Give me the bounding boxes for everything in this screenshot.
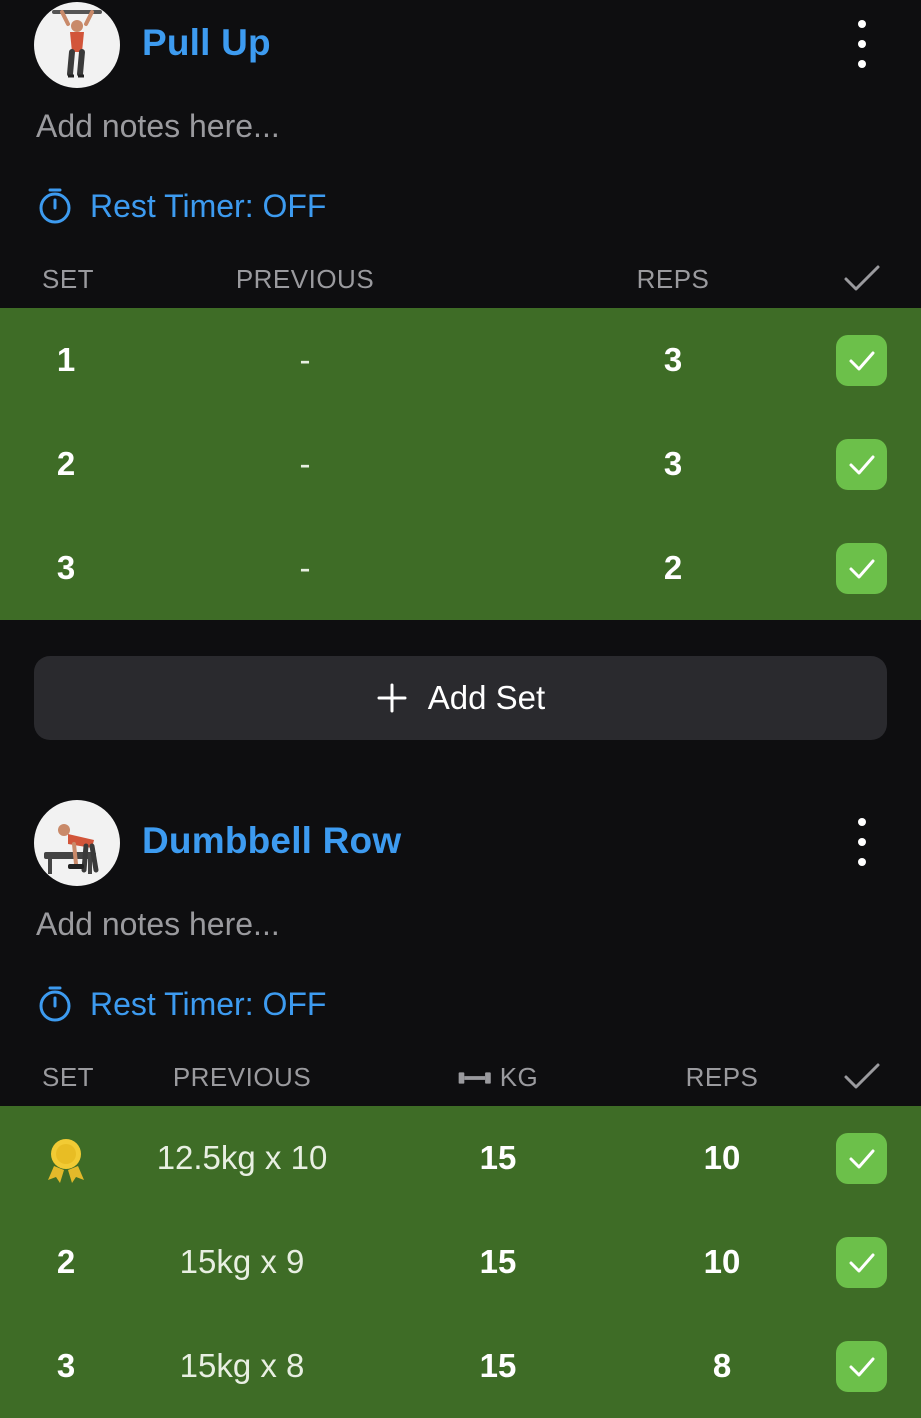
column-header-set: SET (42, 264, 95, 294)
complete-set-checkbox[interactable] (836, 1133, 887, 1184)
column-header-set: SET (42, 1062, 95, 1092)
checkmark-header-icon (844, 265, 880, 291)
kg-input[interactable]: 15 (480, 1314, 517, 1418)
check-icon (849, 1149, 874, 1168)
exercise-title[interactable]: Pull Up (142, 22, 271, 64)
previous-value: 15kg x 9 (179, 1243, 305, 1280)
reps-input[interactable]: 10 (704, 1210, 741, 1314)
sets-table: 12.5kg x 10 15 10 2 15kg x 9 15 10 3 15k… (0, 1106, 921, 1418)
notes-input[interactable]: Add notes here... (36, 906, 280, 943)
set-row: 3 15kg x 8 15 8 (0, 1314, 921, 1418)
rest-timer-button[interactable]: Rest Timer: OFF (36, 186, 326, 226)
complete-set-checkbox[interactable] (836, 543, 887, 594)
check-icon (849, 1253, 874, 1272)
check-icon (849, 351, 874, 370)
more-options-icon[interactable] (846, 20, 878, 68)
kg-label: KG (499, 1062, 539, 1092)
medal-icon[interactable] (44, 1136, 88, 1184)
add-set-label: Add Set (427, 679, 546, 716)
kg-input[interactable]: 15 (480, 1210, 517, 1314)
exercise-header: Pull Up (0, 0, 921, 90)
reps-input[interactable]: 3 (664, 412, 682, 516)
exercise-image[interactable] (34, 2, 120, 88)
previous-value: - (299, 341, 311, 378)
set-number[interactable]: 2 (57, 1210, 75, 1314)
sets-table: 1 - 3 2 - 3 3 - 2 (0, 308, 921, 620)
dumbbell-icon (458, 1071, 491, 1084)
complete-set-checkbox[interactable] (836, 1341, 887, 1392)
pull-up-figure-icon (52, 10, 102, 78)
rest-timer-button[interactable]: Rest Timer: OFF (36, 984, 326, 1024)
column-header-reps: REPS (685, 1062, 759, 1092)
plus-icon (377, 683, 407, 713)
column-header-previous: PREVIOUS (235, 264, 375, 294)
set-row: 12.5kg x 10 15 10 (0, 1106, 921, 1210)
add-set-button[interactable]: Add Set (34, 656, 887, 740)
set-number[interactable]: 3 (57, 1314, 75, 1418)
checkmark-header-icon (844, 1063, 880, 1089)
set-row: 3 - 2 (0, 516, 921, 620)
reps-input[interactable]: 10 (704, 1106, 741, 1210)
exercise-header: Dumbbell Row (0, 798, 921, 888)
check-icon (849, 559, 874, 578)
exercise-image[interactable] (34, 800, 120, 886)
check-icon (849, 1357, 874, 1376)
previous-value: - (299, 549, 311, 586)
previous-value: 12.5kg x 10 (156, 1139, 328, 1176)
column-header-previous: PREVIOUS (172, 1062, 312, 1092)
previous-value: 15kg x 8 (179, 1347, 305, 1384)
check-icon (849, 455, 874, 474)
exercise-title[interactable]: Dumbbell Row (142, 820, 401, 862)
stopwatch-icon (39, 986, 71, 1022)
exercise-card-pull-up: Pull Up Add notes here... Rest Timer: OF… (0, 0, 921, 750)
complete-set-checkbox[interactable] (836, 1237, 887, 1288)
reps-input[interactable]: 3 (664, 308, 682, 412)
rest-timer-label: Rest Timer: OFF (90, 187, 327, 224)
set-row: 2 15kg x 9 15 10 (0, 1210, 921, 1314)
dumbbell-row-figure-icon (44, 824, 99, 874)
set-row: 2 - 3 (0, 412, 921, 516)
column-header-kg: KG (458, 1062, 539, 1093)
kg-input[interactable]: 15 (480, 1106, 517, 1210)
set-number[interactable]: 1 (57, 308, 75, 412)
notes-input[interactable]: Add notes here... (36, 108, 280, 145)
exercise-card-dumbbell-row: Dumbbell Row Add notes here... Rest Time… (0, 798, 921, 1418)
set-number[interactable]: 3 (57, 516, 75, 620)
set-row: 1 - 3 (0, 308, 921, 412)
reps-input[interactable]: 2 (664, 516, 682, 620)
complete-set-checkbox[interactable] (836, 335, 887, 386)
rest-timer-label: Rest Timer: OFF (90, 985, 327, 1022)
reps-input[interactable]: 8 (713, 1314, 731, 1418)
previous-value: - (299, 445, 311, 482)
set-number[interactable]: 2 (57, 412, 75, 516)
column-header-reps: REPS (636, 264, 710, 294)
more-options-icon[interactable] (846, 818, 878, 866)
complete-set-checkbox[interactable] (836, 439, 887, 490)
stopwatch-icon (39, 188, 71, 224)
